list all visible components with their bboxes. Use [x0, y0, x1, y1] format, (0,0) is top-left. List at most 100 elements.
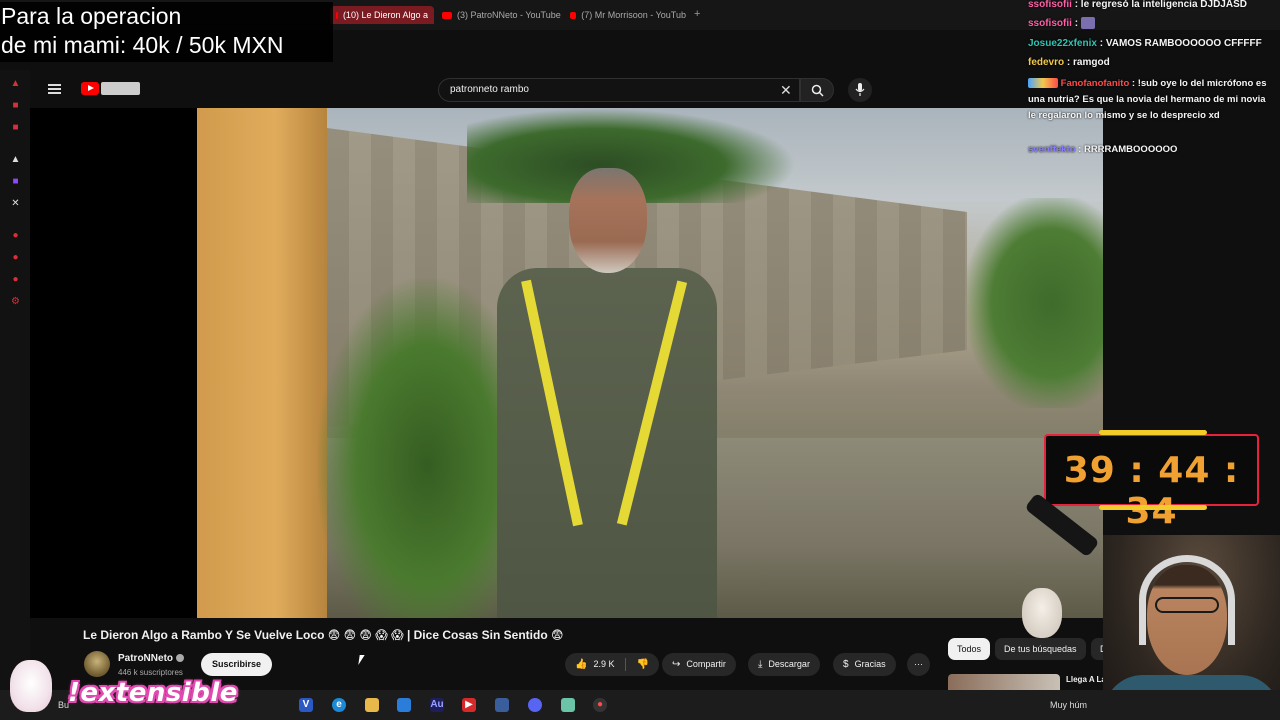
donation-goal-overlay: Para la operacion de mi mami: 40k / 50k … — [0, 2, 333, 62]
store-icon[interactable] — [397, 698, 411, 712]
video-person — [477, 168, 737, 618]
chat-message: Josue22xfenix : VAMOS RAMBOOOOOO CFFFFF — [1028, 34, 1262, 54]
chat-username: Josue22xfenix — [1028, 38, 1097, 49]
channel-avatar[interactable] — [84, 651, 110, 677]
goal-line-1: Para la operacion — [1, 3, 182, 29]
chat-message: svenffekto : RRRRAMBOOOOOO — [1028, 141, 1177, 159]
chat-text: : le regresó la inteligencia DJDJASD — [1074, 0, 1247, 10]
sidebar-app-icon[interactable]: ▲ — [10, 78, 21, 89]
youtube-icon — [570, 11, 577, 19]
vegas-icon[interactable]: V — [299, 698, 313, 712]
dislike-icon[interactable]: 👎 — [637, 653, 649, 676]
chat-username: Fanofanofanito — [1060, 78, 1130, 89]
youtube-icon — [442, 11, 452, 19]
timer-digits: 39 : 44 : 34 — [1063, 450, 1240, 532]
discord-icon[interactable] — [528, 698, 542, 712]
thanks-icon: $ — [843, 659, 849, 670]
weather-widget[interactable]: Muy húm — [1050, 700, 1087, 710]
voice-search-button[interactable] — [848, 78, 872, 102]
media-player-icon[interactable]: ▶ — [462, 698, 476, 712]
app-icon[interactable] — [495, 698, 509, 712]
share-button[interactable]: ↪ Compartir — [662, 653, 736, 676]
sidebar-app-icon[interactable]: ● — [10, 230, 21, 241]
video-bush — [967, 198, 1103, 408]
chat-message: ssofisofii : le regresó la inteligencia … — [1028, 0, 1247, 15]
browser-sidebar: ▲ ■ ■ ▲ ■ ✕ ● ● ● ⚙ — [0, 70, 30, 690]
sidebar-app-icon[interactable]: ■ — [10, 100, 21, 111]
chat-text: : ramgod — [1066, 57, 1110, 68]
video-frame — [197, 108, 1103, 618]
more-icon: ··· — [914, 659, 923, 669]
tab-patronneto[interactable]: (3) PatroNNeto - YouTube — [442, 6, 562, 24]
sidebar-app-icon[interactable]: ▲ — [10, 154, 21, 165]
search-button[interactable] — [800, 78, 834, 102]
video-player[interactable] — [30, 108, 1103, 618]
tab-label: (3) PatroNNeto - YouTube — [457, 10, 561, 20]
share-label: Compartir — [686, 659, 726, 669]
chip-todos[interactable]: Todos — [948, 638, 991, 660]
video-title: Le Dieron Algo a Rambo Y Se Vuelve Loco … — [83, 628, 564, 642]
obs-icon[interactable]: ● — [593, 698, 607, 712]
folder-icon[interactable] — [365, 698, 379, 712]
youtube-header: patronneto rambo ✕ — [30, 72, 1103, 108]
emote-icon — [1080, 17, 1095, 30]
tab-label: (10) Le Dieron Algo a — [342, 10, 428, 20]
thanks-label: Gracias — [854, 659, 886, 669]
badge-icon — [1028, 78, 1058, 89]
download-label: Descargar — [768, 659, 810, 669]
tab-active-video[interactable]: (10) Le Dieron Algo a — [330, 6, 434, 24]
chat-text: : — [1074, 18, 1079, 29]
youtube-wordmark[interactable] — [101, 82, 140, 95]
new-tab-icon[interactable]: + — [694, 8, 700, 20]
search-icon — [811, 84, 824, 97]
chat-username: ssofisofii — [1028, 18, 1072, 29]
like-icon[interactable]: 👍 — [575, 653, 587, 676]
stream-countdown-timer: 39 : 44 : 34 — [1044, 430, 1259, 532]
video-pillar — [197, 108, 327, 618]
channel-name-row[interactable]: PatroNNeto — [118, 653, 185, 664]
chat-text: : VAMOS RAMBOOOOOO CFFFFF — [1099, 38, 1262, 49]
edge-icon[interactable]: e — [332, 698, 346, 712]
mascot-sticker — [10, 660, 52, 712]
like-dislike-group: 👍 2.9 K 👎 — [565, 653, 659, 676]
more-actions-button[interactable]: ··· — [907, 653, 930, 676]
x-icon[interactable]: ✕ — [10, 198, 21, 209]
verified-icon — [176, 654, 185, 663]
app-icon[interactable] — [561, 698, 575, 712]
microphone-icon — [855, 83, 865, 96]
goal-line-2: de mi mami: 40k / 50k MXN — [1, 32, 284, 58]
menu-icon[interactable] — [48, 84, 61, 94]
tab-mr-morrisoon[interactable]: (7) Mr Morrisoon - YouTub — [570, 6, 686, 24]
chat-username: fedevro — [1028, 57, 1065, 68]
subscriber-count: 446 k suscriptores — [118, 668, 183, 677]
chat-username: svenffekto — [1028, 144, 1076, 155]
chat-text: : RRRRAMBOOOOOO — [1078, 144, 1178, 155]
download-icon: ⤓ — [758, 659, 763, 670]
chat-message: Fanofanofanito : !sub oye lo del micrófo… — [1028, 76, 1273, 124]
download-button[interactable]: ⤓ Descargar — [748, 653, 820, 676]
chip-de-tus-busquedas[interactable]: De tus búsquedas — [995, 638, 1086, 660]
sidebar-app-icon[interactable]: ■ — [10, 122, 21, 133]
tab-label: (7) Mr Morrisoon - YouTub — [581, 10, 686, 20]
youtube-logo[interactable] — [81, 82, 99, 95]
search-query-text: patronneto rambo — [450, 84, 529, 95]
audition-icon[interactable]: Au — [430, 698, 444, 712]
subscribe-button[interactable]: Suscribirse — [201, 653, 273, 676]
search-input[interactable]: patronneto rambo ✕ — [438, 78, 800, 102]
channel-name: PatroNNeto — [118, 653, 174, 664]
extensible-brand-logo: !extensible — [68, 678, 238, 708]
chat-username: ssofisofii — [1028, 0, 1072, 10]
microphone-plush-cover — [1022, 588, 1062, 638]
twitch-icon[interactable]: ■ — [10, 176, 21, 187]
stream-chat-overlay: ssofisofii : le regresó la inteligencia … — [1028, 0, 1280, 160]
youtube-icon — [336, 11, 338, 19]
history-icon[interactable]: ● — [10, 252, 21, 263]
settings-icon[interactable]: ⚙ — [10, 296, 21, 307]
sidebar-app-icon[interactable]: ● — [10, 274, 21, 285]
share-icon: ↪ — [672, 659, 681, 670]
like-count[interactable]: 2.9 K — [593, 659, 614, 669]
chat-message: ssofisofii : — [1028, 14, 1095, 34]
clear-search-icon[interactable]: ✕ — [780, 82, 792, 98]
chat-message: fedevro : ramgod — [1028, 53, 1110, 73]
thanks-button[interactable]: $ Gracias — [833, 653, 896, 676]
